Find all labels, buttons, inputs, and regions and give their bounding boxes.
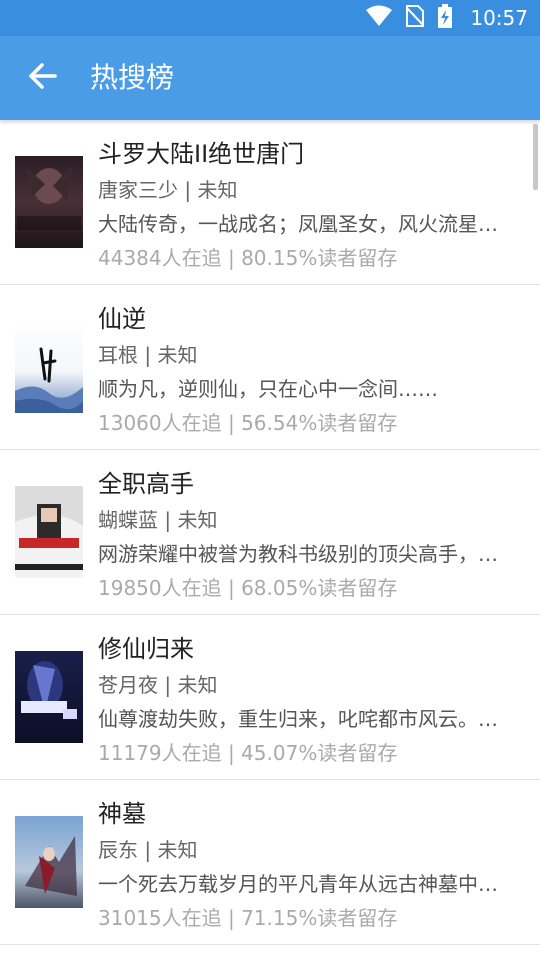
book-title: 斗罗大陆II绝世唐门 [98,140,305,168]
back-arrow-icon [27,61,57,95]
book-description: 仙尊渡劫失败，重生归来，叱咤都市风云。… [98,707,498,731]
book-cover [15,486,83,578]
book-description: 顺为凡，逆则仙，只在心中一念间…… [98,377,438,401]
book-author-status: 蝴蝶蓝 | 未知 [98,508,218,532]
book-cover [15,651,83,743]
scrollbar-thumb[interactable] [533,124,538,190]
app-bar: 热搜榜 [0,36,540,120]
book-stats: 31015人在追 | 71.15%读者留存 [98,906,398,930]
book-cover [15,816,83,908]
book-list-item[interactable]: 修仙归来 苍月夜 | 未知 仙尊渡劫失败，重生归来，叱咤都市风云。… 11179… [0,615,540,780]
clock: 10:57 [470,6,528,30]
back-button[interactable] [22,58,62,98]
book-title: 神墓 [98,800,146,828]
book-author-status: 唐家三少 | 未知 [98,178,238,202]
book-author-status: 苍月夜 | 未知 [98,673,218,697]
book-stats: 44384人在追 | 80.15%读者留存 [98,246,398,270]
status-bar: 10:57 [0,0,540,36]
book-list-item[interactable]: 神墓 辰东 | 未知 一个死去万载岁月的平凡青年从远古神墓中… 31015人在追… [0,780,540,945]
book-cover [15,321,83,413]
book-title: 全职高手 [98,470,194,498]
book-list[interactable]: 斗罗大陆II绝世唐门 唐家三少 | 未知 大陆传奇，一战成名；凤凰圣女，风火流星… [0,120,540,960]
book-description: 一个死去万载岁月的平凡青年从远古神墓中… [98,872,498,896]
book-author-status: 辰东 | 未知 [98,838,198,862]
no-sim-icon [405,5,426,31]
book-stats: 19850人在追 | 68.05%读者留存 [98,576,398,600]
book-title: 修仙归来 [98,635,194,663]
book-description: 大陆传奇，一战成名；凤凰圣女，风火流星… [98,212,498,236]
book-list-item[interactable]: 斗罗大陆II绝世唐门 唐家三少 | 未知 大陆传奇，一战成名；凤凰圣女，风火流星… [0,120,540,285]
book-stats: 11179人在追 | 45.07%读者留存 [98,741,398,765]
book-list-item[interactable]: 仙逆 耳根 | 未知 顺为凡，逆则仙，只在心中一念间…… 13060人在追 | … [0,285,540,450]
battery-charging-icon [438,4,453,32]
status-icons: 10:57 [366,0,528,36]
book-list-item[interactable]: 全职高手 蝴蝶蓝 | 未知 网游荣耀中被誉为教科书级别的顶尖高手，… 19850… [0,450,540,615]
book-description: 网游荣耀中被誉为教科书级别的顶尖高手，… [98,542,498,566]
book-cover [15,156,83,248]
book-author-status: 耳根 | 未知 [98,343,198,367]
wifi-icon [366,5,393,31]
book-title: 仙逆 [98,305,146,333]
book-stats: 13060人在追 | 56.54%读者留存 [98,411,398,435]
page-title: 热搜榜 [90,61,175,94]
